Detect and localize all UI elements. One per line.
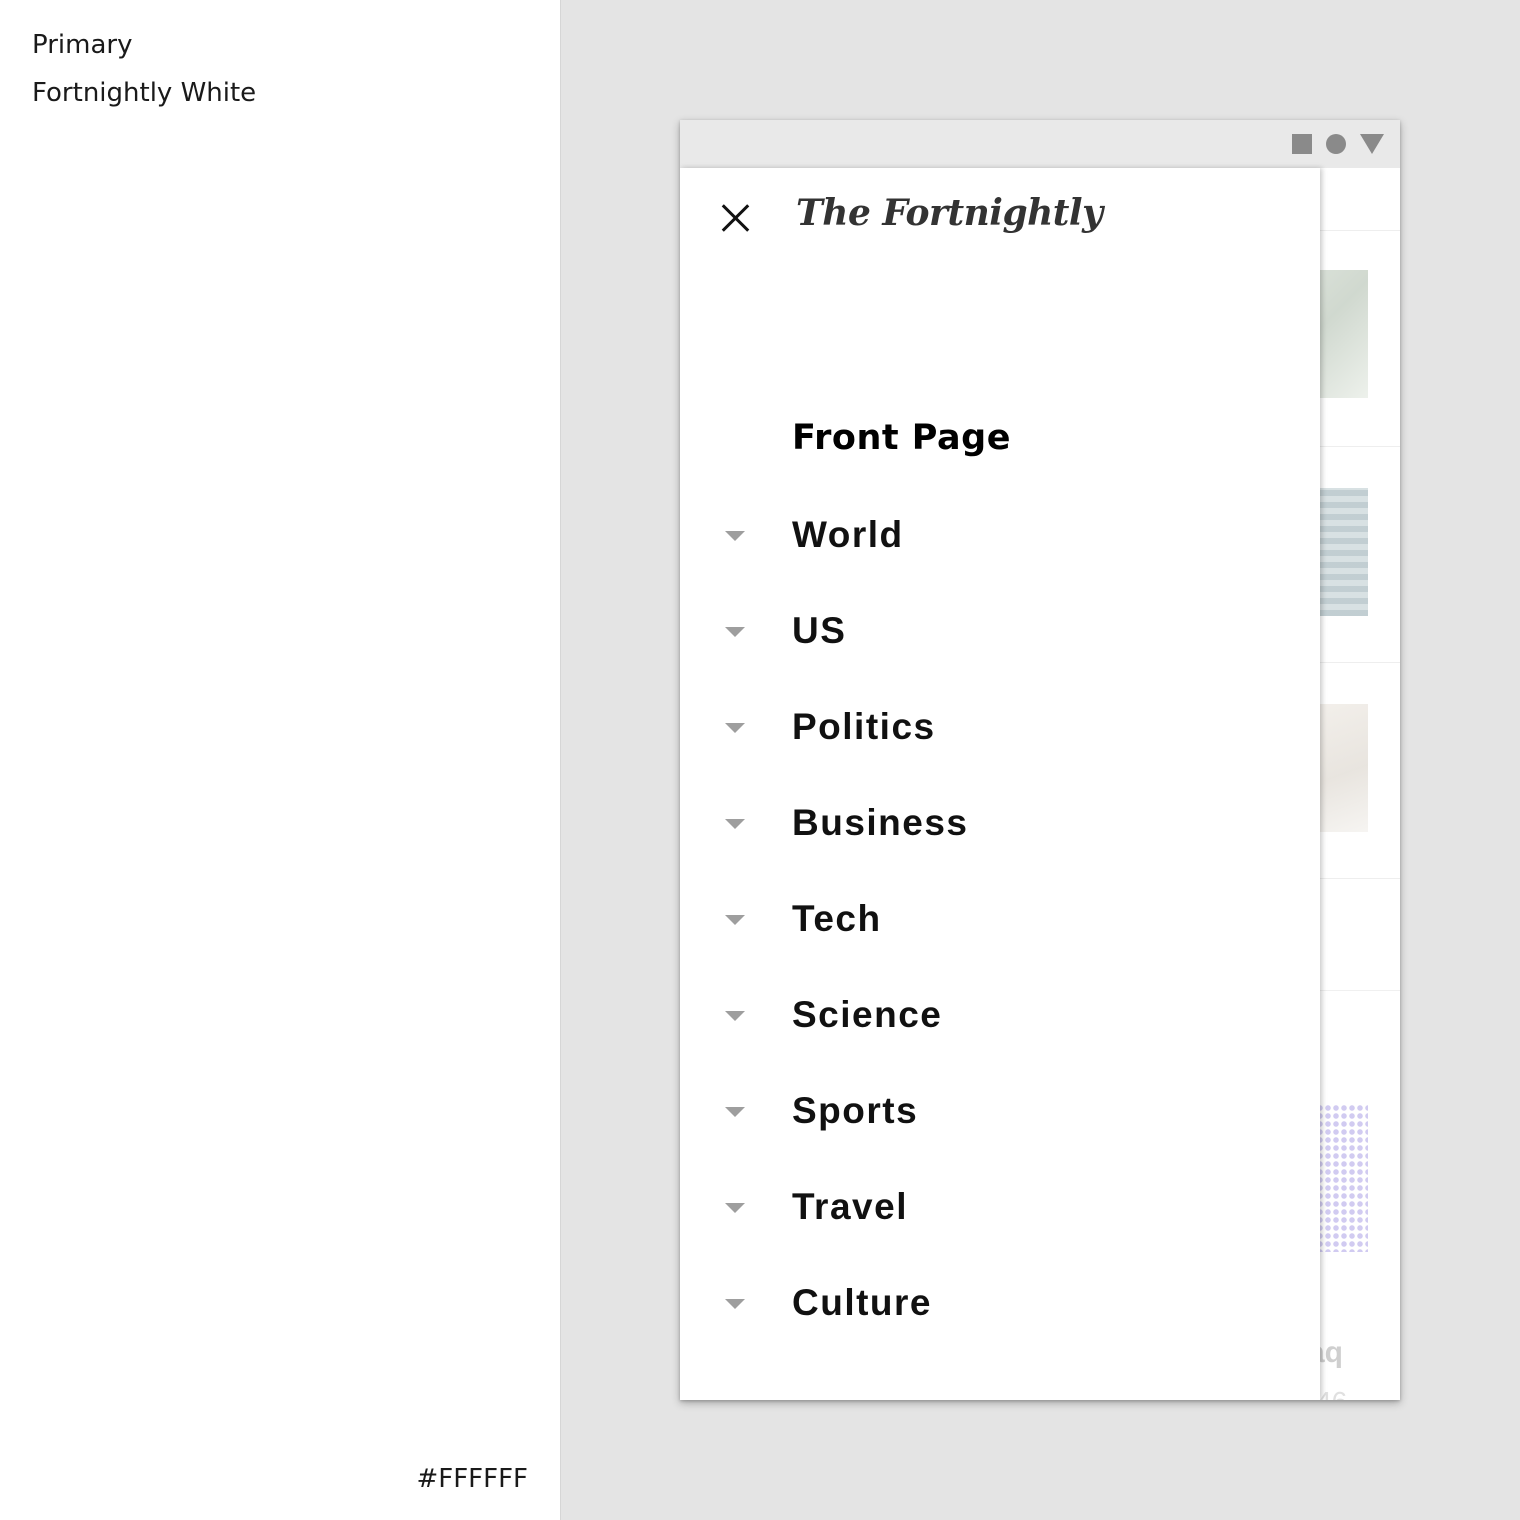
expand-caret-icon[interactable] xyxy=(725,819,745,829)
expand-caret-icon[interactable] xyxy=(725,723,745,733)
nav-item-us[interactable]: US xyxy=(680,586,1320,682)
nav-item-label: Tech xyxy=(792,898,882,939)
nav-item-business[interactable]: Business xyxy=(680,778,1320,874)
nav-item-label: Science xyxy=(792,994,943,1035)
nav-item-front-page[interactable]: Front Page xyxy=(680,394,1320,490)
nav-item-travel[interactable]: Travel xyxy=(680,1162,1320,1258)
nav-item-sports[interactable]: Sports xyxy=(680,1066,1320,1162)
navigation-drawer: The Fortnightly Front Page World US Poli… xyxy=(680,168,1320,1400)
nav-item-label: Politics xyxy=(792,706,936,747)
status-bar xyxy=(680,120,1400,168)
color-swatch-panel: Primary Fortnightly White #FFFFFF xyxy=(0,0,560,1520)
nav-item-label: Culture xyxy=(792,1282,932,1323)
nav-list: Front Page World US Politics Business Te… xyxy=(680,394,1320,1354)
nav-item-tech[interactable]: Tech xyxy=(680,874,1320,970)
expand-caret-icon[interactable] xyxy=(725,1107,745,1117)
square-icon xyxy=(1292,134,1312,154)
swatch-role-label: Primary xyxy=(32,30,133,60)
expand-caret-icon[interactable] xyxy=(725,1299,745,1309)
nav-item-politics[interactable]: Politics xyxy=(680,682,1320,778)
expand-caret-icon[interactable] xyxy=(725,531,745,541)
nav-item-world[interactable]: World xyxy=(680,490,1320,586)
nav-item-label: Front Page xyxy=(792,418,1011,458)
nav-item-label: Business xyxy=(792,802,969,843)
spec-page: Primary Fortnightly White #FFFFFF aq 46 xyxy=(0,0,1520,1520)
nav-item-label: Travel xyxy=(792,1186,908,1227)
nav-item-science[interactable]: Science xyxy=(680,970,1320,1066)
fortnightly-logo: The Fortnightly xyxy=(796,192,1103,234)
swatch-hex-label: #FFFFFF xyxy=(416,1464,528,1494)
close-icon[interactable] xyxy=(714,196,758,240)
nav-item-label: World xyxy=(792,514,904,555)
expand-caret-icon[interactable] xyxy=(725,915,745,925)
nav-item-label: US xyxy=(792,610,847,651)
status-icons xyxy=(1292,134,1384,154)
triangle-icon xyxy=(1360,134,1384,154)
expand-caret-icon[interactable] xyxy=(725,627,745,637)
panel-divider xyxy=(560,0,561,1520)
expand-caret-icon[interactable] xyxy=(725,1203,745,1213)
ticker-value-text: 46 xyxy=(1316,1386,1347,1400)
nav-item-label: Sports xyxy=(792,1090,919,1131)
phone-mockup: aq 46 The Fortnightly Front Page World U… xyxy=(680,120,1400,1400)
swatch-name-label: Fortnightly White xyxy=(32,78,257,108)
expand-caret-icon[interactable] xyxy=(725,1011,745,1021)
circle-icon xyxy=(1326,134,1346,154)
nav-item-culture[interactable]: Culture xyxy=(680,1258,1320,1354)
